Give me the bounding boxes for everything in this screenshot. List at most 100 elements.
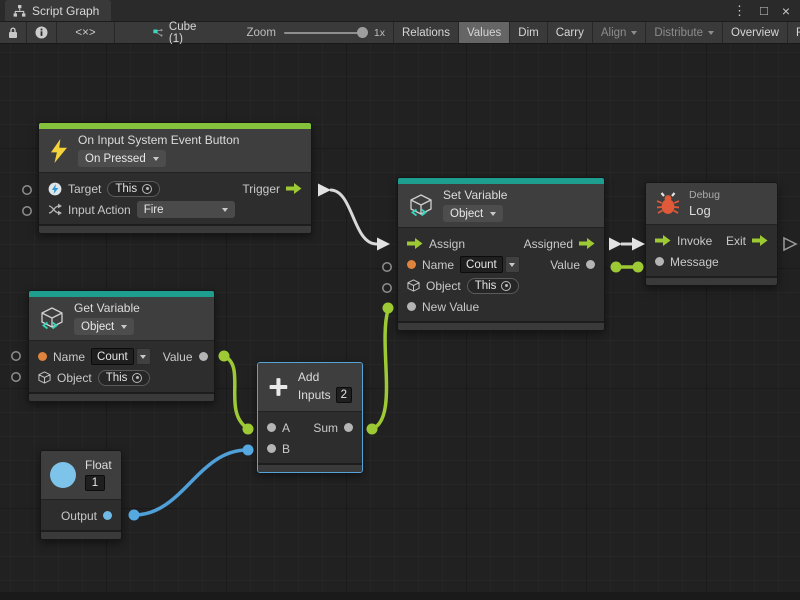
- add-inputs-label: Inputs: [298, 389, 331, 402]
- add-footer: [258, 463, 362, 472]
- relations-button[interactable]: Relations: [393, 22, 459, 43]
- values-button[interactable]: Values: [459, 22, 510, 43]
- full-screen-label: Full Screen: [796, 27, 800, 39]
- set-variable-assign-row: Assign Assigned: [398, 233, 604, 254]
- get-object-chip[interactable]: This: [98, 370, 151, 386]
- maximize-icon[interactable]: □: [760, 4, 768, 17]
- event-target-chip[interactable]: This: [107, 181, 160, 197]
- exit-output-port[interactable]: [752, 235, 768, 246]
- overview-label: Overview: [731, 27, 779, 39]
- set-variable-scope-dropdown[interactable]: Object: [443, 205, 503, 222]
- a-input-port[interactable]: [267, 423, 276, 432]
- align-label: Align: [601, 27, 627, 39]
- b-input-port[interactable]: [267, 444, 276, 453]
- node-float[interactable]: Float 1 Output: [40, 450, 122, 540]
- get-name-dropdown-button[interactable]: [136, 348, 151, 365]
- set-variable-scope-value: Object: [450, 208, 483, 220]
- tab-script-graph[interactable]: Script Graph: [5, 0, 111, 21]
- message-input-port[interactable]: [655, 257, 664, 266]
- zoom-slider[interactable]: [284, 32, 366, 34]
- get-name-value: Count: [91, 348, 134, 365]
- input-device-icon: [48, 182, 62, 196]
- event-trigger-label: Trigger: [242, 182, 280, 196]
- carry-button[interactable]: Carry: [548, 22, 593, 43]
- inspect-button[interactable]: [27, 22, 57, 43]
- invoke-input-port[interactable]: [655, 235, 671, 246]
- info-icon: [35, 26, 48, 39]
- overview-button[interactable]: Overview: [723, 22, 788, 43]
- code-preview-button[interactable]: <×>: [57, 22, 115, 43]
- get-variable-scope-dropdown[interactable]: Object: [74, 318, 134, 335]
- get-variable-footer: [29, 392, 214, 401]
- add-inputs-count-field[interactable]: 2: [336, 387, 352, 403]
- graph-reference[interactable]: Cube (1): [143, 22, 211, 43]
- b-label: B: [282, 442, 290, 456]
- event-input-action-label: Input Action: [68, 203, 131, 217]
- debug-log-header: Debug Log: [646, 183, 777, 225]
- debug-log-title: Log: [689, 204, 720, 217]
- align-button[interactable]: Align: [593, 22, 647, 43]
- align-dropdown-icon: [631, 31, 637, 35]
- new-value-input-port[interactable]: [407, 302, 416, 311]
- bug-icon: [656, 192, 680, 215]
- add-body: A Sum B: [258, 412, 362, 463]
- node-debug-log[interactable]: Debug Log Invoke Exit Message: [645, 182, 778, 286]
- distribute-button[interactable]: Distribute: [646, 22, 723, 43]
- variable-cube-icon: [39, 306, 65, 332]
- input-action-select[interactable]: Fire: [137, 201, 235, 218]
- add-header: Add Inputs 2: [258, 363, 362, 412]
- set-name-dropdown-button[interactable]: [505, 256, 520, 273]
- event-target-label: Target: [68, 182, 101, 196]
- node-get-variable[interactable]: Get Variable Object Name Count Value: [28, 290, 215, 402]
- set-variable-title: Set Variable: [443, 189, 507, 202]
- script-graph-window: Script Graph ⋮ □ ×: [0, 0, 800, 600]
- float-output-port[interactable]: [103, 511, 112, 520]
- full-screen-button[interactable]: Full Screen: [788, 22, 800, 43]
- assigned-output-port[interactable]: [579, 238, 595, 249]
- value-output-port[interactable]: [199, 352, 208, 361]
- lock-button[interactable]: [0, 22, 27, 43]
- trigger-output-port[interactable]: [286, 183, 302, 194]
- variable-cube-icon: [408, 193, 434, 219]
- set-object-chip[interactable]: This: [467, 278, 520, 294]
- node-on-input-system-event-button[interactable]: On Input System Event Button On Pressed …: [38, 122, 312, 234]
- menu-icon[interactable]: ⋮: [733, 4, 746, 17]
- event-node-header: On Input System Event Button On Pressed: [39, 129, 311, 173]
- exit-label: Exit: [726, 234, 746, 248]
- event-mode-dropdown[interactable]: On Pressed: [78, 150, 166, 167]
- get-name-combo[interactable]: Count: [91, 348, 151, 365]
- assign-input-port[interactable]: [407, 238, 423, 249]
- float-output-row: Output: [41, 505, 121, 526]
- float-value-field[interactable]: 1: [85, 475, 105, 491]
- get-object-label: Object: [57, 371, 92, 385]
- float-body: Output: [41, 500, 121, 530]
- zoom-slider-knob[interactable]: [357, 27, 368, 38]
- distribute-label: Distribute: [654, 27, 703, 39]
- set-variable-body: Assign Assigned Name Count Value: [398, 228, 604, 321]
- relations-label: Relations: [402, 27, 450, 39]
- set-name-combo[interactable]: Count: [460, 256, 520, 273]
- get-variable-scope-dropdown-icon: [121, 325, 127, 329]
- node-add[interactable]: Add Inputs 2 A Sum B: [257, 362, 363, 473]
- get-variable-header: Get Variable Object: [29, 297, 214, 341]
- dim-button[interactable]: Dim: [510, 22, 547, 43]
- close-icon[interactable]: ×: [782, 4, 790, 18]
- node-set-variable[interactable]: Set Variable Object Assign Assigned: [397, 177, 605, 331]
- get-name-label: Name: [53, 350, 85, 364]
- add-b-row: B: [258, 438, 362, 459]
- get-name-dropdown-icon: [140, 355, 146, 359]
- debug-log-footer: [646, 276, 777, 285]
- tab-title: Script Graph: [32, 4, 99, 18]
- name-input-port[interactable]: [407, 260, 416, 269]
- name-input-port[interactable]: [38, 352, 47, 361]
- value-output-port[interactable]: [586, 260, 595, 269]
- canvas-bottom-edge: [0, 592, 800, 600]
- add-a-row: A Sum: [258, 417, 362, 438]
- set-object-value: This: [475, 280, 497, 292]
- invoke-label: Invoke: [677, 234, 712, 248]
- get-variable-name-row: Name Count Value: [29, 346, 214, 367]
- set-value-label: Value: [550, 258, 580, 272]
- sum-output-port[interactable]: [344, 423, 353, 432]
- input-action-dropdown-icon: [222, 208, 228, 212]
- new-value-label: New Value: [422, 300, 479, 314]
